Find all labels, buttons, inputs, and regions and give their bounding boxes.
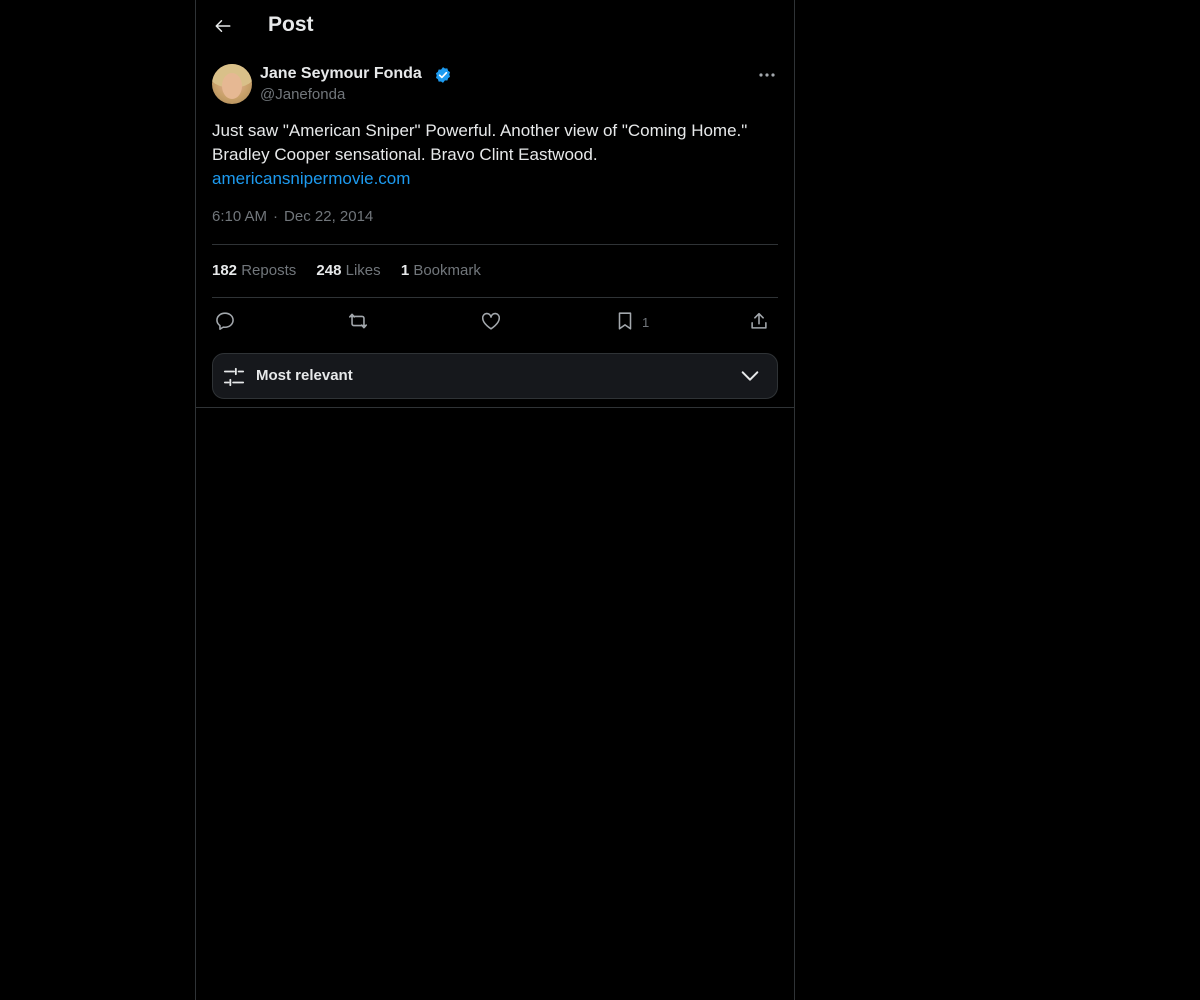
author-handle[interactable]: @Janefonda xyxy=(260,86,345,103)
arrow-left-icon xyxy=(215,20,231,32)
divider xyxy=(196,407,794,408)
more-dots-icon xyxy=(759,73,775,77)
tweet-text: Just saw "American Sniper" Powerful. Ano… xyxy=(212,121,748,164)
tweet-time: 6:10 AM xyxy=(212,208,268,225)
repost-icon xyxy=(348,313,368,329)
avatar[interactable] xyxy=(212,64,252,104)
likes-stat[interactable]: 248 Likes xyxy=(316,262,380,279)
repost-button[interactable] xyxy=(346,306,370,336)
reply-sort-dropdown[interactable]: Most relevant xyxy=(212,353,778,399)
tweet-body: Just saw "American Sniper" Powerful. Ano… xyxy=(212,119,782,191)
divider xyxy=(212,297,778,298)
reposts-label: Reposts xyxy=(241,262,297,279)
tweet-stats: 182 Reposts 248 Likes 1 Bookmark xyxy=(212,262,497,279)
sort-label: Most relevant xyxy=(256,367,353,384)
bookmark-button[interactable]: 1 xyxy=(614,306,649,336)
bookmarks-label: Bookmark xyxy=(413,262,481,279)
share-button[interactable] xyxy=(748,306,770,336)
bookmark-count: 1 xyxy=(642,315,650,330)
reposts-count: 182 xyxy=(212,262,238,279)
bookmark-icon xyxy=(618,312,632,330)
likes-label: Likes xyxy=(345,262,381,279)
tweet-timestamp[interactable]: 6:10 AM · Dec 22, 2014 xyxy=(212,208,373,225)
heart-icon xyxy=(481,312,501,330)
more-options-button[interactable] xyxy=(756,64,778,86)
likes-count: 248 xyxy=(316,262,342,279)
verified-badge-icon xyxy=(435,67,451,83)
share-icon xyxy=(751,312,767,329)
page-title: Post xyxy=(268,13,314,36)
chevron-down-icon xyxy=(741,371,759,381)
sliders-icon xyxy=(223,367,245,387)
post-column: Post Jane Seymour Fonda @Janefonda Just … xyxy=(195,0,795,1000)
reply-icon xyxy=(216,312,234,330)
bookmarks-count: 1 xyxy=(400,262,410,279)
bookmarks-stat[interactable]: 1 Bookmark xyxy=(401,262,481,279)
timestamp-separator: · xyxy=(273,208,279,225)
reposts-stat[interactable]: 182 Reposts xyxy=(212,262,296,279)
post-author: Jane Seymour Fonda @Janefonda xyxy=(212,64,778,106)
like-button[interactable] xyxy=(480,306,502,336)
reply-button[interactable] xyxy=(214,306,236,336)
tweet-date: Dec 22, 2014 xyxy=(284,208,374,225)
tweet-link[interactable]: americansnipermovie.com xyxy=(212,167,782,191)
back-button[interactable] xyxy=(208,11,238,41)
tweet-actions: 1 xyxy=(212,306,778,336)
post-header: Post xyxy=(196,0,794,53)
divider xyxy=(212,244,778,245)
author-name[interactable]: Jane Seymour Fonda xyxy=(260,65,422,83)
